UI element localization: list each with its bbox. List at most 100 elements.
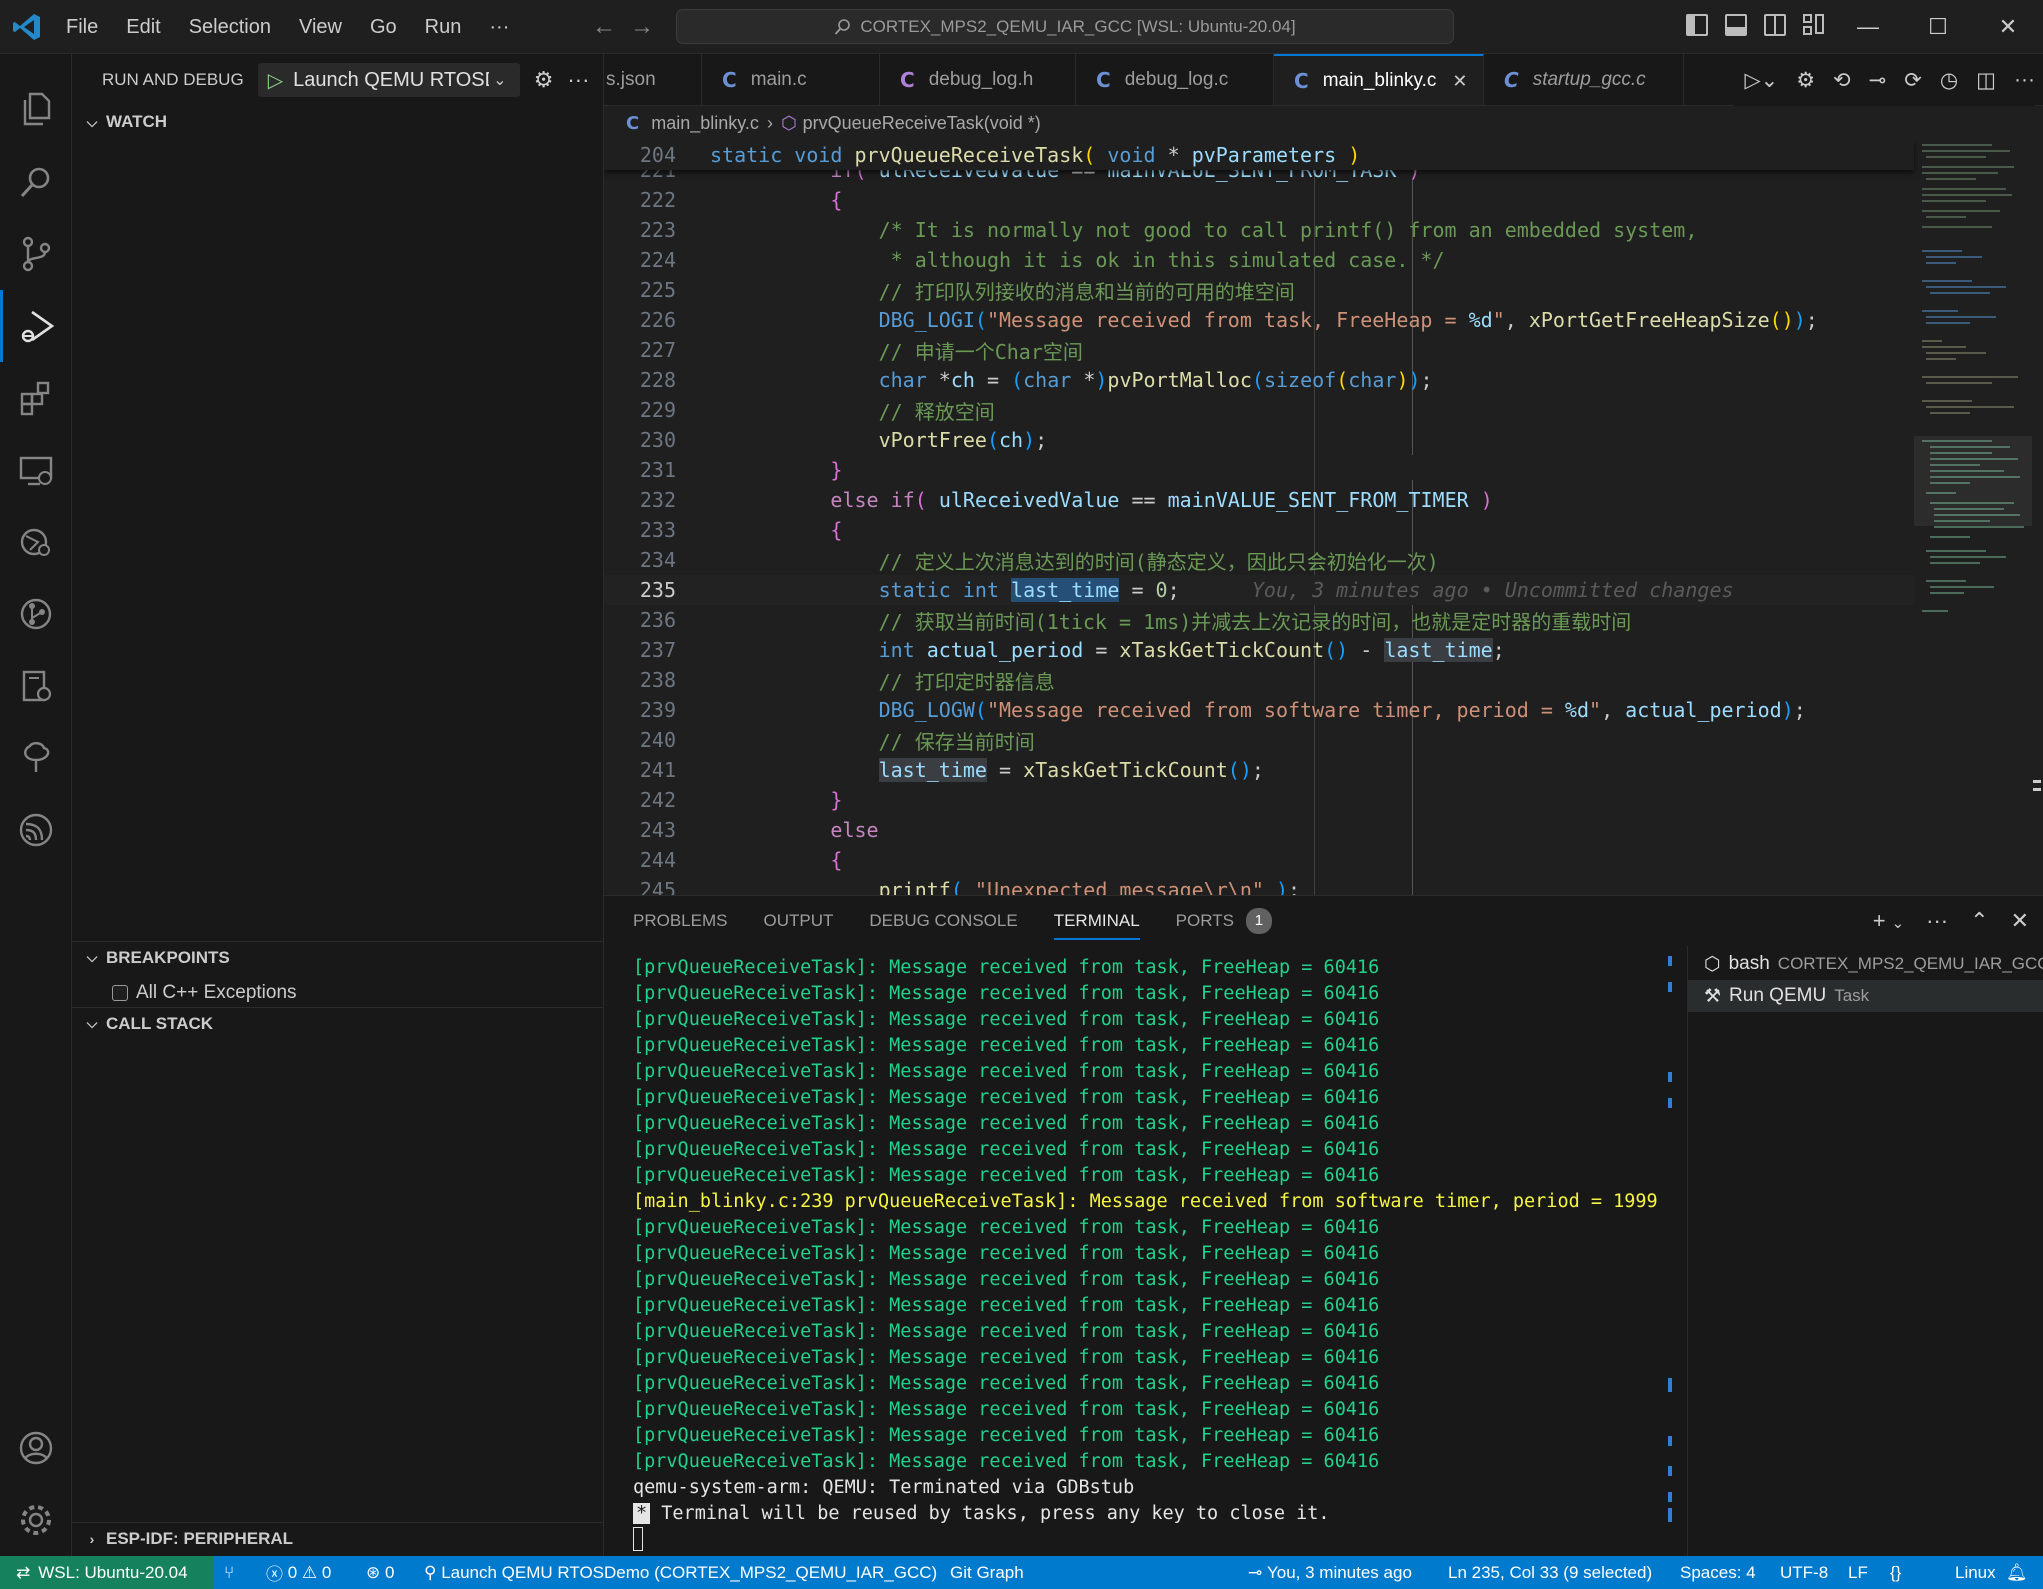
more-actions-icon[interactable]: ··· xyxy=(2014,68,2035,92)
toggle-secondary-sidebar-icon[interactable] xyxy=(1764,14,1786,36)
menu-run[interactable]: Run xyxy=(411,16,476,39)
os-indicator[interactable]: Linux xyxy=(1955,1556,1996,1589)
terminal-reuse-text: Terminal will be reused by tasks, press … xyxy=(650,1502,1330,1524)
timeline-icon[interactable]: ◷ xyxy=(1940,68,1958,93)
menu-go[interactable]: Go xyxy=(356,16,411,39)
split-editor-icon[interactable]: ◫ xyxy=(1976,68,1996,93)
debug-launch-indicator[interactable]: ⚲ Launch QEMU RTOSDemo (CORTEX_MPS2_QEMU… xyxy=(424,1556,937,1589)
editor-scrollbar[interactable] xyxy=(2032,140,2043,895)
run-and-debug-icon[interactable] xyxy=(0,290,72,362)
device-manager-icon[interactable] xyxy=(0,650,72,722)
git-blame-indicator[interactable]: ⊸ You, 3 minutes ago xyxy=(1248,1556,1412,1589)
encoding-indicator[interactable]: UTF-8 xyxy=(1780,1556,1828,1589)
terminal-line-warning: [main_blinky.c:239 prvQueueReceiveTask]:… xyxy=(633,1190,1658,1212)
close-panel-icon[interactable]: ✕ xyxy=(2011,908,2029,934)
code-editor[interactable]: 204 static void prvQueueReceiveTask( void… xyxy=(604,140,2043,895)
breadcrumb-symbol[interactable]: prvQueueReceiveTask(void *) xyxy=(803,113,1041,134)
more-actions-icon[interactable]: ··· xyxy=(567,67,589,93)
source-control-icon[interactable] xyxy=(0,218,72,290)
minimap[interactable] xyxy=(1914,140,2032,895)
ports-count: 0 xyxy=(384,1562,395,1582)
git-graph-button[interactable]: Git Graph xyxy=(950,1556,1024,1589)
indentation-indicator[interactable]: Spaces: 4 xyxy=(1680,1556,1756,1589)
tab-terminal[interactable]: TERMINAL xyxy=(1053,896,1140,946)
cursor-position[interactable]: Ln 235, Col 33 (9 selected) xyxy=(1448,1556,1652,1589)
terminal-item-run-qemu[interactable]: ⚒ Run QEMU Task xyxy=(1688,980,2043,1012)
notifications-bell-icon[interactable]: 🔔︎ xyxy=(2006,1556,2028,1589)
chevron-down-icon[interactable]: ⌄ xyxy=(1892,915,1905,932)
terminal-output[interactable]: [prvQueueReceiveTask]: Message received … xyxy=(604,946,1680,1557)
tab-main-c[interactable]: C main.c xyxy=(702,54,880,105)
extensions-icon[interactable] xyxy=(0,362,72,434)
problems-indicator[interactable]: ⓧ 0 ⚠ 0 xyxy=(266,1556,331,1589)
call-stack-section-header[interactable]: ⌵ CALL STACK xyxy=(72,1007,604,1039)
git-revert-icon[interactable]: ⟲ xyxy=(1833,68,1851,93)
git-graph-icon[interactable] xyxy=(0,578,72,650)
toggle-panel-icon[interactable] xyxy=(1725,14,1747,36)
watch-section-header[interactable]: ⌵ WATCH xyxy=(72,106,604,138)
tab-problems[interactable]: PROBLEMS xyxy=(633,896,727,946)
accounts-icon[interactable] xyxy=(0,1412,72,1484)
bottom-panel: PROBLEMS OUTPUT DEBUG CONSOLE TERMINAL P… xyxy=(604,895,2043,1557)
language-mode-indicator[interactable]: {} xyxy=(1890,1556,1901,1589)
menu-view[interactable]: View xyxy=(285,16,356,39)
tab-main-blinky-c[interactable]: C main_blinky.c ✕ xyxy=(1274,54,1484,105)
tab-output[interactable]: OUTPUT xyxy=(763,896,833,946)
remote-indicator[interactable]: ⇄ WSL: Ubuntu-20.04 xyxy=(0,1556,214,1589)
launch-configuration-dropdown[interactable]: ▷ Launch QEMU RTOSDemo (CORTEX_MPS2_QEMU… xyxy=(257,63,520,97)
tab-ports[interactable]: PORTS 1 xyxy=(1176,896,1272,946)
start-debugging-icon[interactable]: ▷ xyxy=(268,68,283,93)
breakpoint-all-cpp-exceptions[interactable]: All C++ Exceptions xyxy=(112,978,297,1008)
ports-count-badge: 1 xyxy=(1245,908,1272,934)
tab-debug-log-c[interactable]: C debug_log.c xyxy=(1076,54,1274,105)
esp-idf-peripheral-section-header[interactable]: › ESP-IDF: PERIPHERAL xyxy=(72,1522,604,1554)
more-actions-icon[interactable]: ··· xyxy=(1926,908,1948,934)
sticky-scroll-header[interactable]: 204 static void prvQueueReceiveTask( void… xyxy=(604,140,1914,170)
close-tab-icon[interactable]: ✕ xyxy=(1452,71,1467,92)
maximize-button[interactable]: ☐ xyxy=(1903,0,1973,54)
breakpoint-checkbox[interactable] xyxy=(112,985,128,1001)
menu-selection[interactable]: Selection xyxy=(175,16,285,39)
tab-debug-console[interactable]: DEBUG CONSOLE xyxy=(869,896,1017,946)
line-number: 232 xyxy=(639,488,676,512)
close-window-button[interactable]: ✕ xyxy=(1973,0,2043,54)
line-number: 224 xyxy=(639,248,676,272)
maximize-panel-icon[interactable]: ⌃ xyxy=(1970,908,1988,934)
command-center-search[interactable]: CORTEX_MPS2_QEMU_IAR_GCC [WSL: Ubuntu-20… xyxy=(676,9,1454,44)
menu-edit[interactable]: Edit xyxy=(112,16,174,39)
breadcrumb-file[interactable]: main_blinky.c xyxy=(651,113,759,134)
status-bar: ⇄ WSL: Ubuntu-20.04 ⑂ ⓧ 0 ⚠ 0 ⊛ 0 ⚲ Laun… xyxy=(0,1556,2043,1589)
tab-json[interactable]: s.json xyxy=(604,54,702,105)
new-terminal-plus-icon[interactable]: + ⌄ xyxy=(1873,908,1904,934)
remote-explorer-icon[interactable] xyxy=(0,434,72,506)
git-next-change-icon[interactable]: ⟳ xyxy=(1904,68,1922,93)
line-number: 240 xyxy=(639,728,676,752)
customize-layout-icon[interactable] xyxy=(1803,14,1825,36)
git-commit-icon[interactable]: ⊸ xyxy=(1869,68,1887,93)
terminal-item-bash[interactable]: ⬡ bash CORTEX_MPS2_QEMU_IAR_GCC xyxy=(1688,948,2043,980)
search-icon[interactable] xyxy=(0,146,72,218)
breakpoints-section-header[interactable]: ⌵ BREAKPOINTS xyxy=(72,941,604,973)
run-debug-dropdown-icon[interactable]: ▷⌄ xyxy=(1744,68,1778,93)
line-number: 229 xyxy=(639,398,676,422)
open-launch-json-gear-icon[interactable]: ⚙ xyxy=(534,67,554,93)
menu-more[interactable]: ··· xyxy=(475,16,523,39)
settings-gear-icon[interactable]: ⚙ xyxy=(1796,68,1815,93)
toggle-primary-sidebar-icon[interactable] xyxy=(1686,14,1708,36)
line-number: 239 xyxy=(639,698,676,722)
espressif-icon[interactable] xyxy=(0,794,72,866)
tab-debug-log-h[interactable]: C debug_log.h xyxy=(880,54,1076,105)
explorer-icon[interactable] xyxy=(0,72,72,144)
menu-file[interactable]: File xyxy=(52,16,112,39)
cmake-icon[interactable] xyxy=(0,506,72,578)
eol-indicator[interactable]: LF xyxy=(1848,1556,1868,1589)
minimize-button[interactable]: — xyxy=(1833,0,1903,54)
forward-arrow-icon[interactable]: → xyxy=(630,13,654,41)
code-line: 245 printf( "Unexpected message\r\n" ); xyxy=(604,875,1914,895)
settings-gear-icon[interactable] xyxy=(0,1484,72,1556)
source-control-branch-icon[interactable]: ⑂ xyxy=(224,1556,234,1589)
testing-icon[interactable] xyxy=(0,722,72,794)
back-arrow-icon[interactable]: ← xyxy=(592,13,616,41)
ports-indicator[interactable]: ⊛ 0 xyxy=(366,1556,394,1589)
tab-startup-gcc-c[interactable]: C startup_gcc.c xyxy=(1484,54,1684,105)
